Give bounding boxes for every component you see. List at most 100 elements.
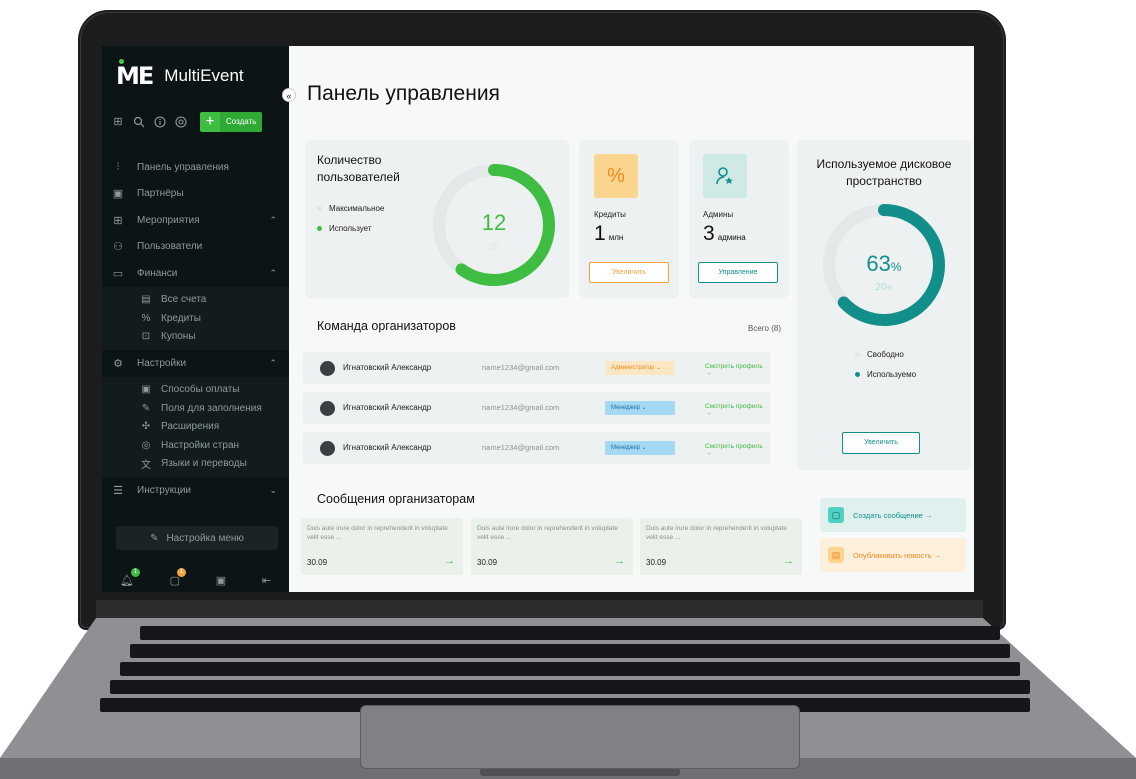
menu-settings-button[interactable]: ✎ Настройка меню xyxy=(116,526,278,550)
sidebar-subitem-invoices[interactable]: ▤ Все счета xyxy=(102,291,289,310)
chat-icon: ▢ xyxy=(828,507,844,523)
legend-free: Свободно xyxy=(855,350,904,359)
sidebar-subitem-label: Языки и переводы xyxy=(161,458,247,470)
arrow-right-icon: → xyxy=(444,555,455,567)
logout-icon[interactable]: ⇤ xyxy=(262,574,271,587)
role-select[interactable]: Менеджер ⌄ xyxy=(605,401,675,415)
message-date: 30.09 xyxy=(307,558,328,567)
sidebar-item-users[interactable]: ⚇ Пользователи xyxy=(102,234,289,261)
sidebar-item-events[interactable]: ⊞ Мероприятия ⌃ xyxy=(102,207,289,234)
settings-icon[interactable] xyxy=(175,116,187,128)
info-icon[interactable] xyxy=(154,116,166,128)
legend-disk-used: Используемо xyxy=(855,370,916,379)
team-total: Всего (8) xyxy=(748,324,781,333)
sidebar-subitem-coupons[interactable]: ⊡ Купоны xyxy=(102,328,289,347)
sidebar-item-label: Панель управления xyxy=(137,161,229,173)
toolbar: ⊞ + Создать xyxy=(112,112,263,132)
bell-icon[interactable]: 🔔︎ 1 xyxy=(120,567,140,587)
publish-news-button[interactable]: ▤ Опубликовать новость → xyxy=(820,538,966,572)
table-row[interactable]: Игнатовский Александр name1234@gmail.com… xyxy=(303,432,770,464)
sidebar-item-label: Инструкции xyxy=(137,484,192,496)
view-profile-link[interactable]: Смотреть профиль → xyxy=(705,363,770,377)
message-card[interactable]: Duis aute irure dolor in reprehenderit i… xyxy=(471,518,633,575)
sidebar-item-settings[interactable]: ⚙ Настройки ⌃ xyxy=(102,350,289,377)
chat-icon[interactable]: ▢ 1 xyxy=(170,567,186,587)
table-row[interactable]: Игнатовский Александр name1234@gmail.com… xyxy=(303,392,770,424)
pen-icon: ✎ xyxy=(150,532,159,544)
users-title-line2: пользователей xyxy=(317,170,400,184)
message-text: Duis aute irure dolor in reprehenderit i… xyxy=(307,525,448,541)
page-title: Панель управления xyxy=(307,82,500,105)
sidebar-subitem-languages[interactable]: 文 Языки и переводы xyxy=(102,455,289,474)
view-profile-link[interactable]: Смотреть профиль → xyxy=(705,443,770,457)
sidebar-subitem-credits[interactable]: % Кредиты xyxy=(102,309,289,328)
create-button-label: Создать xyxy=(220,112,263,132)
message-badge: 1 xyxy=(177,567,186,577)
legend-free-dot xyxy=(855,352,860,357)
create-message-button[interactable]: ▢ Создать сообщение → xyxy=(820,498,966,532)
disk-percent: 63 xyxy=(866,251,890,276)
avatar xyxy=(320,441,335,456)
users-max: 20 xyxy=(488,242,500,253)
grid-icon[interactable]: ⊞ xyxy=(112,116,124,128)
message-card[interactable]: Duis aute irure dolor in reprehenderit i… xyxy=(640,518,802,575)
increase-disk-button[interactable]: Увеличить xyxy=(842,432,920,454)
disk-card-title: Используемое дисковое пространство xyxy=(797,156,971,190)
sidebar-item-partners[interactable]: ▣ Партнёры xyxy=(102,181,289,208)
role-select[interactable]: Администратор ⌄ xyxy=(605,361,675,375)
sidebar-subitem-label: Настройки стран xyxy=(161,439,240,451)
avatar xyxy=(320,401,335,416)
sidebar-item-dashboard[interactable]: ⫶ Панель управления xyxy=(102,154,289,181)
credits-value: 1 млн xyxy=(594,222,623,246)
legend-disk-used-label: Используемо xyxy=(867,370,917,379)
admins-number: 3 xyxy=(703,222,715,245)
calendar-icon[interactable]: ▣ xyxy=(216,574,226,587)
chevron-up-icon: ⌃ xyxy=(269,357,277,368)
pen-icon: ✎ xyxy=(141,402,151,414)
sidebar-subitem-extensions[interactable]: ✣ Расширения xyxy=(102,418,289,437)
grid-icon: ⊞ xyxy=(113,214,123,227)
card-icon: ▭ xyxy=(112,267,124,280)
member-name: Игнатовский Александр xyxy=(343,363,432,372)
sidebar-subitem-label: Кредиты xyxy=(161,312,201,324)
sidebar: ME MultiEvent ⊞ + Создать ⫶ Панель управ… xyxy=(102,46,289,592)
view-profile-link[interactable]: Смотреть профиль → xyxy=(705,403,770,417)
sidebar-subitem-countries[interactable]: ◎ Настройки стран xyxy=(102,436,289,455)
table-row[interactable]: Игнатовский Александр name1234@gmail.com… xyxy=(303,352,770,384)
manage-admins-button[interactable]: Управление xyxy=(698,262,778,283)
sidebar-item-label: Мероприятия xyxy=(137,214,200,226)
legend-used-label: Использует xyxy=(329,224,372,233)
message-card[interactable]: Duis aute irure dolor in reprehenderit i… xyxy=(301,518,463,575)
sidebar-item-label: Финанси xyxy=(137,267,178,279)
messages-title: Сообщения организаторам xyxy=(317,492,475,506)
collapse-sidebar-button[interactable]: « xyxy=(282,88,296,102)
payment-icon: ▣ xyxy=(141,384,151,396)
sidebar-item-finance[interactable]: ▭ Финанси ⌃ xyxy=(102,260,289,287)
sidebar-subitem-label: Поля для заполнения xyxy=(161,402,262,414)
member-name: Игнатовский Александр xyxy=(343,403,432,412)
create-message-label: Создать сообщение → xyxy=(853,510,933,520)
list-icon: ☰ xyxy=(113,484,123,497)
role-select[interactable]: Менеджер ⌄ xyxy=(605,441,675,455)
search-icon[interactable] xyxy=(133,116,145,128)
sidebar-item-instructions[interactable]: ☰ Инструкции ⌄ xyxy=(102,477,289,504)
arrow-right-icon: → xyxy=(705,370,712,377)
increase-credits-button[interactable]: Увеличить xyxy=(589,262,669,283)
admin-user-icon xyxy=(703,154,747,198)
sidebar-subitem-label: Расширения xyxy=(161,421,220,433)
sidebar-subitem-label: Способы оплаты xyxy=(161,384,240,396)
sidebar-subitem-payment[interactable]: ▣ Способы оплаты xyxy=(102,381,289,400)
disk-percent-text: 63% xyxy=(866,251,901,276)
message-date: 30.09 xyxy=(477,558,498,567)
sidebar-subitem-fields[interactable]: ✎ Поля для заполнения xyxy=(102,399,289,418)
sidebar-bottom-bar: 🔔︎ 1 ▢ 1 ▣ ⇤ xyxy=(102,567,289,592)
message-text: Duis aute irure dolor in reprehenderit i… xyxy=(477,525,618,541)
chevron-down-icon: ⌄ xyxy=(269,484,277,495)
users-title-line1: Количество xyxy=(317,153,382,167)
users-icon: ⚇ xyxy=(113,241,123,254)
create-button[interactable]: + Создать xyxy=(200,112,263,132)
percent-icon: % xyxy=(594,154,638,198)
brand[interactable]: ME MultiEvent xyxy=(116,59,244,90)
brand-logo: ME xyxy=(116,59,154,90)
brand-name: MultiEvent xyxy=(164,66,244,85)
